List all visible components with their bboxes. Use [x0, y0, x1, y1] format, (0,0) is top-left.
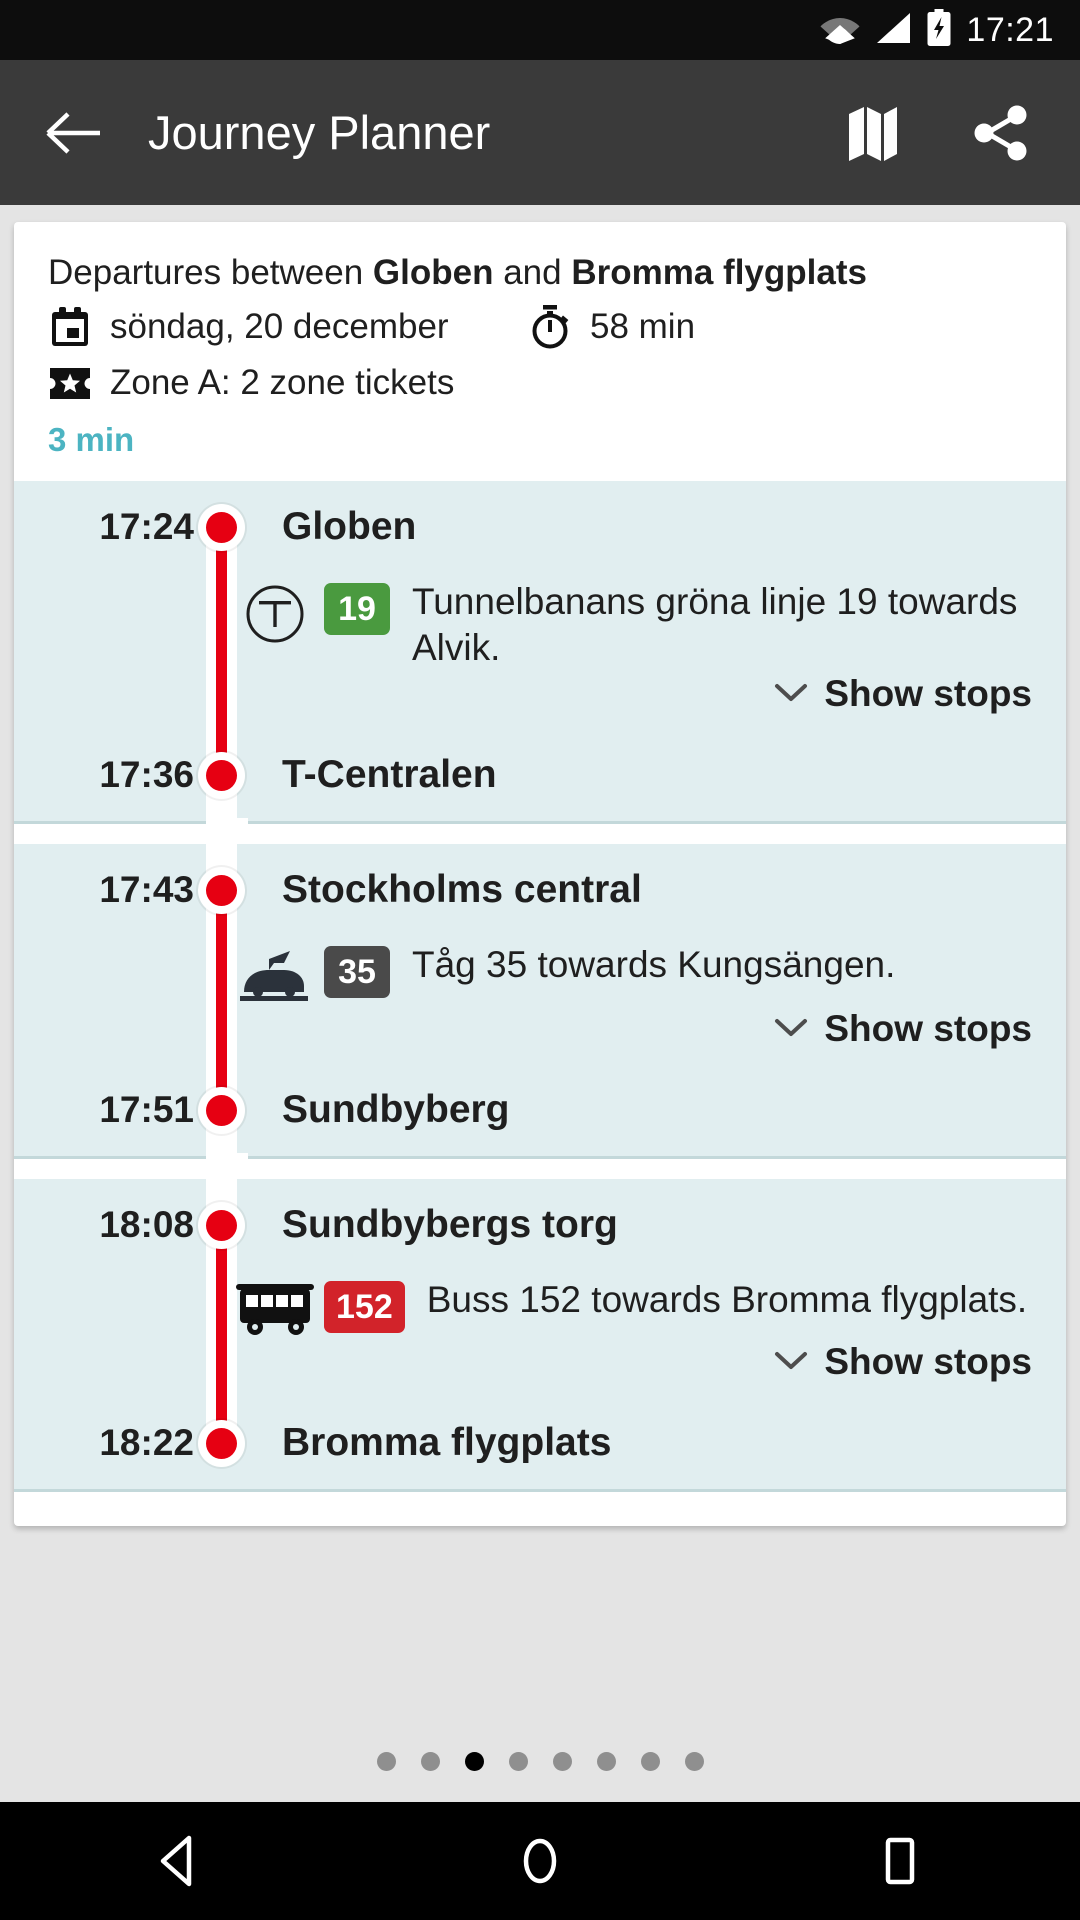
metro-icon — [226, 577, 324, 671]
page-indicator-dot[interactable] — [464, 1752, 484, 1771]
nav-recents-icon[interactable] — [720, 1834, 1080, 1888]
journey-ticket-text: Zone A: 2 zone tickets — [110, 363, 455, 403]
chevron-down-icon — [774, 681, 808, 708]
segment-leg-info: 35 Tåg 35 towards Kungsängen. — [48, 936, 1066, 1006]
page-indicator-dot[interactable] — [420, 1752, 440, 1771]
page-indicator-dot[interactable] — [552, 1752, 572, 1771]
journey-duration-text: 58 min — [590, 307, 696, 347]
segment-gap — [14, 818, 1066, 851]
ticket-star-icon — [48, 361, 92, 405]
page-indicator-dot[interactable] — [508, 1752, 528, 1771]
page-indicator[interactable] — [0, 1752, 1080, 1771]
status-bar: 17:21 — [0, 0, 1080, 60]
leg-description: Tåg 35 towards Kungsängen. — [412, 944, 896, 986]
wifi-icon — [820, 12, 860, 49]
signal-icon — [874, 12, 912, 49]
journey-ticket: Zone A: 2 zone tickets — [48, 361, 454, 405]
stopwatch-icon — [528, 305, 572, 349]
arrival-stop-name: T-Centralen — [282, 753, 497, 797]
departure-time: 17:43 — [99, 869, 194, 911]
leg-description: Tunnelbanans gröna linje 19 towards Alvi… — [412, 581, 1018, 669]
page-title: Journey Planner — [148, 106, 491, 159]
page-indicator-dot[interactable] — [640, 1752, 660, 1771]
nav-back-icon[interactable] — [0, 1834, 360, 1888]
line-badge: 152 — [324, 1281, 405, 1334]
stop-dot-core — [206, 759, 237, 791]
back-arrow-icon[interactable] — [42, 101, 106, 165]
chevron-down-icon — [774, 1016, 808, 1043]
journey-duration: 58 min — [528, 305, 695, 349]
arrival-time: 17:36 — [99, 754, 194, 796]
stop-dot-core — [206, 1209, 237, 1241]
journey-segment: 17:24 Globen 19 Tunnelbanans gröna linje 19… — [14, 481, 1066, 839]
arrival-stop-name: Bromma flygplats — [282, 1421, 612, 1465]
departure-stop-name: Globen — [282, 505, 417, 549]
arrival-stop-dot — [198, 751, 245, 799]
summary-prefix: Departures between — [48, 253, 373, 292]
journey-summary-line: Departures between Globen and Bromma fly… — [48, 252, 1032, 293]
journey-summary-header: Departures between Globen and Bromma fly… — [14, 222, 1066, 459]
show-stops-label: Show stops — [824, 1008, 1032, 1050]
line-badge: 19 — [324, 583, 390, 636]
summary-middle: and — [493, 253, 572, 292]
battery-charging-icon — [926, 8, 952, 52]
departure-time: 18:08 — [99, 1204, 194, 1246]
departure-time: 17:24 — [99, 506, 194, 548]
bus-icon — [226, 1275, 324, 1339]
phone-screen: 17:21 Journey Planner Departures between… — [0, 0, 1080, 1920]
calendar-icon — [48, 305, 92, 349]
show-stops-button[interactable]: Show stops — [48, 1006, 1066, 1064]
wait-time: 3 min — [48, 421, 135, 459]
android-nav-bar — [0, 1802, 1080, 1920]
map-icon[interactable] — [838, 98, 908, 168]
page-indicator-dot[interactable] — [596, 1752, 616, 1771]
show-stops-button[interactable]: Show stops — [48, 1339, 1066, 1397]
journey-timeline: 17:24 Globen 19 Tunnelbanans gröna linje 19… — [14, 481, 1066, 1493]
arrival-time: 18:22 — [99, 1422, 194, 1464]
show-stops-label: Show stops — [824, 1341, 1032, 1383]
arrival-stop-dot — [198, 1086, 245, 1134]
stop-dot-core — [206, 874, 237, 906]
show-stops-label: Show stops — [824, 673, 1032, 715]
leg-description: Buss 152 towards Bromma flygplats. — [426, 1279, 1028, 1321]
departure-stop-name: Sundbybergs torg — [282, 1203, 618, 1247]
departure-stop-name: Stockholms central — [282, 868, 642, 912]
page-indicator-dot[interactable] — [376, 1752, 396, 1771]
stop-dot-core — [206, 1094, 237, 1126]
arrival-stop-name: Sundbyberg — [282, 1088, 510, 1132]
segment-leg-info: 19 Tunnelbanans gröna linje 19 towards Al… — [48, 573, 1066, 671]
status-bar-clock: 17:21 — [966, 10, 1054, 49]
departure-stop-dot — [198, 866, 245, 914]
journey-segment: 18:08 Sundbybergs torg 152 Buss 152 towards… — [14, 1165, 1066, 1493]
page-indicator-dot[interactable] — [684, 1752, 704, 1771]
destination-name: Bromma flygplats — [571, 253, 867, 292]
departure-stop-dot — [198, 503, 245, 551]
journey-segment: 17:43 Stockholms central 35 Tåg 35 towards … — [14, 830, 1066, 1174]
stop-dot-core — [206, 1427, 237, 1459]
journey-date-text: söndag, 20 december — [110, 307, 449, 347]
arrival-stop-dot — [198, 1419, 245, 1467]
journey-card: Departures between Globen and Bromma fly… — [14, 222, 1066, 1527]
origin-name: Globen — [372, 253, 494, 292]
chevron-down-icon — [774, 1349, 808, 1376]
departure-stop-dot — [198, 1201, 245, 1249]
segment-leg-info: 152 Buss 152 towards Bromma flygplats. — [48, 1271, 1066, 1339]
journey-meta-row-1: söndag, 20 december 58 min — [48, 305, 1032, 349]
show-stops-button[interactable]: Show stops — [48, 671, 1066, 729]
stop-dot-core — [206, 511, 237, 543]
app-bar: Journey Planner — [0, 60, 1080, 205]
nav-home-icon[interactable] — [360, 1834, 720, 1888]
segment-gap — [14, 1153, 1066, 1186]
journey-date: söndag, 20 december — [48, 305, 528, 349]
journey-meta-row-2: Zone A: 2 zone tickets — [48, 361, 1032, 405]
train-icon — [226, 940, 324, 1006]
share-icon[interactable] — [966, 98, 1036, 168]
arrival-time: 17:51 — [99, 1089, 194, 1131]
line-badge: 35 — [324, 946, 390, 999]
